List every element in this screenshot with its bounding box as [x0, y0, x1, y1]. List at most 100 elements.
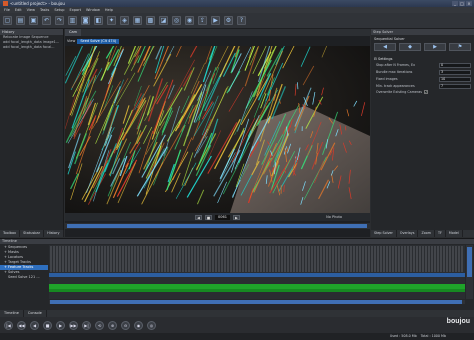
- history-panel: History Relocate Image Sequence add foca…: [0, 29, 64, 237]
- zoom-in-button[interactable]: ⊕: [108, 320, 117, 330]
- tab-tf[interactable]: TF: [435, 230, 446, 237]
- render-icon[interactable]: ▶: [211, 16, 220, 25]
- frame-counter[interactable]: 0061: [215, 214, 230, 220]
- menu-help[interactable]: Help: [105, 8, 113, 12]
- tab-console[interactable]: Console: [24, 310, 47, 317]
- play-button[interactable]: ▶: [56, 320, 65, 330]
- menu-window[interactable]: Window: [86, 8, 100, 12]
- go-end-button[interactable]: ▶|: [82, 320, 91, 330]
- step-solver-panel: Step Solver Sequential Solver ◀ ◆ ▶ ⚑ ⊟ …: [371, 29, 474, 237]
- timeline-vertical-scrollbar[interactable]: [466, 245, 473, 299]
- setting-input[interactable]: 10: [439, 76, 471, 82]
- history-entry[interactable]: add focal_length_data focal...: [0, 45, 63, 50]
- menu-view[interactable]: View: [27, 8, 35, 12]
- target-button[interactable]: ◎: [147, 320, 156, 330]
- menu-edit[interactable]: Edit: [15, 8, 22, 12]
- status-bar: Used : 508.0 Mb Total : 1000 Mb: [0, 333, 474, 340]
- timeline-vertical-scrollbar-thumb[interactable]: [467, 247, 472, 277]
- previous-frame-button[interactable]: ◀: [195, 214, 203, 220]
- camera-icon[interactable]: ◙: [81, 16, 90, 25]
- timeline-item[interactable]: Seed Solve 121 ...: [0, 275, 48, 280]
- step-back-button[interactable]: ◀: [30, 320, 39, 330]
- tab-toolbox[interactable]: Toolbox: [0, 230, 21, 237]
- timeline-header: Timeline: [0, 239, 474, 244]
- tab-step-solver[interactable]: Step Solver: [371, 230, 397, 237]
- setting-label: Fixed images: [376, 77, 398, 81]
- toolbar: ▢ ▤ ▣ ↶ ↷ ▥ ◙ ◧ ✦ ◈ ▦ ▩ ◪ ◎ ◉ ⇪ ▶ ⚙?: [0, 13, 474, 29]
- bottom-tabs: Timeline Console: [0, 310, 474, 317]
- zoom-out-button[interactable]: ⊖: [121, 320, 130, 330]
- fast-forward-button[interactable]: ▶▶: [69, 320, 78, 330]
- transport-controls: |◀ ◀◀ ◀ ■ ▶ ▶▶ ▶| ⟲ ⊕ ⊖ ◉ ◎: [0, 317, 474, 333]
- setting-label: Stop after N Frames, Ex: [376, 63, 416, 67]
- loop-button[interactable]: ⟲: [95, 320, 104, 330]
- window-controls: _ □ ×: [452, 1, 472, 6]
- redo-icon[interactable]: ↷: [55, 16, 64, 25]
- next-frame-button[interactable]: ▶: [232, 214, 240, 220]
- minimize-button[interactable]: _: [452, 1, 458, 6]
- camera-select[interactable]: Seed Solve (Clt 474): [77, 38, 120, 44]
- lock-icon[interactable]: ◪: [159, 16, 168, 25]
- scene-icon[interactable]: ▩: [146, 16, 155, 25]
- rewind-button[interactable]: ◀◀: [17, 320, 26, 330]
- solve-forward-button[interactable]: ▶: [424, 43, 446, 51]
- maximize-button[interactable]: □: [459, 1, 465, 6]
- boujou-logo: boujou: [446, 318, 470, 325]
- setting-row: Fixed images 10: [371, 75, 474, 82]
- tab-camera-view[interactable]: Cam: [65, 29, 81, 36]
- solve-icon[interactable]: ◈: [120, 16, 129, 25]
- mask-icon[interactable]: ◧: [94, 16, 103, 25]
- overwrite-cameras-option[interactable]: Overwrite Existing Cameras ✓: [371, 89, 474, 95]
- timeline-scrollbar-thumb[interactable]: [50, 300, 462, 304]
- menu-tasks[interactable]: Tasks: [40, 8, 49, 12]
- settings-icon[interactable]: ⚙: [224, 16, 233, 25]
- stop-button[interactable]: ■: [43, 320, 52, 330]
- setting-input[interactable]: 7: [439, 83, 471, 89]
- target-icon[interactable]: ◎: [172, 16, 181, 25]
- tracking-scene-image[interactable]: [65, 46, 370, 239]
- left-panel-tabs: Toolbox Statusbar History: [0, 230, 64, 237]
- solve-flag-button[interactable]: ⚑: [449, 43, 471, 51]
- memory-total: Total : 1000 Mb: [420, 334, 446, 338]
- help-icon[interactable]: ?: [237, 16, 246, 25]
- save-icon[interactable]: ▣: [29, 16, 38, 25]
- menu-file[interactable]: File: [4, 8, 10, 12]
- view-label: View: [67, 39, 76, 43]
- tab-timeline[interactable]: Timeline: [0, 310, 24, 317]
- tab-model[interactable]: Model: [446, 230, 463, 237]
- export-icon[interactable]: ⇪: [198, 16, 207, 25]
- undo-icon[interactable]: ↶: [42, 16, 51, 25]
- setting-input[interactable]: 3: [439, 69, 471, 75]
- memory-used: Used : 508.0 Mb: [389, 334, 417, 338]
- timeline-track-graph: [49, 245, 465, 299]
- go-start-button[interactable]: |◀: [4, 320, 13, 330]
- open-icon[interactable]: ▤: [16, 16, 25, 25]
- grid-icon[interactable]: ▦: [133, 16, 142, 25]
- record-button[interactable]: ◉: [134, 320, 143, 330]
- viewport-scrollbar[interactable]: [65, 223, 370, 229]
- tab-statusbar[interactable]: Statusbar: [20, 230, 45, 237]
- timeline-scrollbar[interactable]: [49, 300, 465, 304]
- viewport-scrollbar-thumb[interactable]: [67, 224, 367, 228]
- tab-zoom[interactable]: Zoom: [418, 230, 435, 237]
- solve-button[interactable]: ◆: [399, 43, 421, 51]
- setting-input[interactable]: 0: [439, 62, 471, 68]
- playback-bar: ◀ ■ 0061 ▶ No Photo: [65, 213, 370, 221]
- import-sequence-icon[interactable]: ▥: [68, 16, 77, 25]
- lens-icon[interactable]: ◉: [185, 16, 194, 25]
- overwrite-cameras-checkbox[interactable]: ✓: [424, 90, 429, 94]
- track-icon[interactable]: ✦: [107, 16, 116, 25]
- tab-overlays[interactable]: Overlays: [397, 230, 419, 237]
- menu-setup[interactable]: Setup: [54, 8, 64, 12]
- setting-row: Min. track appearances 7: [371, 82, 474, 89]
- timeline-tracks[interactable]: [49, 245, 465, 299]
- viewport: Cam View Seed Solve (Clt 474) ◀ ■ 0061 ▶…: [65, 29, 370, 237]
- viewport-tabs: Cam: [65, 29, 370, 36]
- solve-backward-button[interactable]: ◀: [374, 43, 396, 51]
- new-icon[interactable]: ▢: [3, 16, 12, 25]
- solver-subtitle: Sequential Solver: [374, 37, 405, 41]
- stop-button[interactable]: ■: [205, 214, 213, 220]
- tab-history[interactable]: History: [44, 230, 64, 237]
- menu-export[interactable]: Export: [70, 8, 81, 12]
- close-button[interactable]: ×: [466, 1, 472, 6]
